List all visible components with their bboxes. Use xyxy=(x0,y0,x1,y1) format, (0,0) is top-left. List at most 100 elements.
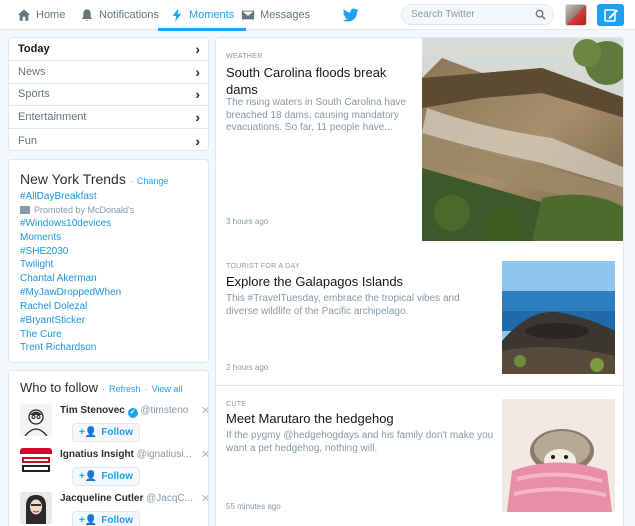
moment-category: CUTE xyxy=(226,401,247,408)
follow-label: Follow xyxy=(101,471,133,482)
moment-category: TOURIST FOR A DAY xyxy=(226,263,300,270)
follow-label: Follow xyxy=(101,515,133,526)
trend-item[interactable]: Chantal Akerman xyxy=(20,272,208,286)
view-all-link[interactable]: View all xyxy=(152,384,183,394)
nav-messages-label: Messages xyxy=(260,9,311,21)
close-icon[interactable]: ✕ xyxy=(201,448,208,461)
follow-button[interactable]: +👤 Follow xyxy=(72,511,140,526)
compose-tweet-button[interactable] xyxy=(597,4,624,26)
flood-dam-image[interactable] xyxy=(422,38,623,241)
user-name-text: Tim Stenovec xyxy=(60,405,125,416)
nav-notifications-label: Notifications xyxy=(99,9,159,21)
verified-icon: ✓ xyxy=(127,408,138,418)
category-label: News xyxy=(18,65,46,78)
follow-label: Follow xyxy=(101,427,133,438)
trend-item[interactable]: #SHE2030 xyxy=(20,245,208,259)
promoted-trend[interactable]: #AllDayBreakfast xyxy=(20,190,208,204)
nav-home[interactable]: Home xyxy=(17,0,65,30)
moments-feed: WEATHER South Carolina floods break dams… xyxy=(215,37,624,526)
search-box[interactable] xyxy=(401,4,554,25)
user-name-text: Jacqueline Cutler xyxy=(60,493,144,504)
moment-card[interactable]: WEATHER South Carolina floods break dams… xyxy=(216,38,623,241)
category-today[interactable]: Today › xyxy=(9,38,208,61)
user-name[interactable]: Ignatius Insight @ignatiusi... xyxy=(60,449,192,460)
separator-dot: · xyxy=(102,384,106,394)
moment-title[interactable]: Explore the Galapagos Islands xyxy=(226,273,496,290)
moment-card[interactable]: CUTE Meet Marutaro the hedgehog If the p… xyxy=(216,387,623,526)
trends-change-link[interactable]: Change xyxy=(137,176,169,186)
search-input[interactable] xyxy=(402,5,522,24)
chevron-right-icon: › xyxy=(195,40,200,57)
refresh-link[interactable]: Refresh xyxy=(109,384,141,394)
nav-messages[interactable]: Messages xyxy=(241,0,310,30)
moment-time: 2 hours ago xyxy=(226,363,269,372)
promoted-icon xyxy=(20,206,30,215)
avatar[interactable] xyxy=(20,404,52,436)
follow-button[interactable]: +👤 Follow xyxy=(72,423,140,442)
add-user-icon: +👤 xyxy=(79,515,98,526)
bird-icon[interactable] xyxy=(343,7,359,23)
moment-title[interactable]: Meet Marutaro the hedgehog xyxy=(226,410,496,427)
avatar[interactable] xyxy=(20,448,52,480)
add-user-icon: +👤 xyxy=(79,427,98,438)
trend-item[interactable]: #MyJawDroppedWhen xyxy=(20,286,208,300)
category-fun[interactable]: Fun › xyxy=(9,129,208,150)
user-name-text: Ignatius Insight xyxy=(60,449,134,460)
trend-item[interactable]: #BryantSticker xyxy=(20,314,208,328)
follow-button[interactable]: +👤 Follow xyxy=(72,467,140,486)
user-handle: @timsteno xyxy=(140,405,189,416)
suggested-user: Tim Stenovec ✓ @timsteno ✕ +👤Follow xyxy=(20,404,208,448)
moment-description: The rising waters in South Carolina have… xyxy=(226,97,407,133)
nav-home-label: Home xyxy=(36,9,66,21)
category-sports[interactable]: Sports › xyxy=(9,84,208,107)
moment-time: 55 minutes ago xyxy=(226,502,281,511)
top-navigation-bar: Home Notifications Moments Messages xyxy=(0,0,635,31)
category-label: Fun xyxy=(18,134,37,147)
separator-dot: · xyxy=(144,384,148,394)
chevron-right-icon: › xyxy=(195,132,200,149)
category-news[interactable]: News › xyxy=(9,61,208,84)
chevron-right-icon: › xyxy=(195,86,200,103)
chevron-right-icon: › xyxy=(195,63,200,80)
nav-notifications[interactable]: Notifications xyxy=(80,0,159,30)
separator-dot: · xyxy=(129,176,133,186)
trend-item[interactable]: Moments xyxy=(20,231,208,245)
user-handle: @ignatiusi... xyxy=(136,449,192,460)
category-label: Today xyxy=(18,42,50,55)
hedgehog-image[interactable] xyxy=(502,399,615,512)
moment-description: This #TravelTuesday, embrace the tropica… xyxy=(226,293,460,317)
suggested-user: Jacqueline Cutler @JacqC... ✕ +👤Follow xyxy=(20,492,208,526)
category-entertainment[interactable]: Entertainment › xyxy=(9,106,208,130)
trend-item[interactable]: Rachel Dolezal xyxy=(20,300,208,314)
profile-avatar[interactable] xyxy=(565,4,587,26)
close-icon[interactable]: ✕ xyxy=(201,492,208,505)
trend-item[interactable]: Twilight xyxy=(20,258,208,272)
who-to-follow-module: Who to follow · Refresh · View all Tim S… xyxy=(8,370,209,526)
search-icon[interactable] xyxy=(535,9,546,20)
user-name[interactable]: Jacqueline Cutler @JacqC... xyxy=(60,493,193,504)
trends-title: New York Trends xyxy=(20,171,126,187)
moment-title[interactable]: South Carolina floods break dams xyxy=(226,64,416,98)
envelope-icon xyxy=(241,10,255,20)
chevron-right-icon: › xyxy=(195,109,200,126)
promoted-by-label: Promoted by McDonald's xyxy=(34,204,135,215)
trends-module: New York Trends · Change #AllDayBreakfas… xyxy=(8,159,209,363)
bell-icon xyxy=(81,9,93,21)
galapagos-image[interactable] xyxy=(502,261,615,374)
trend-item[interactable]: Trent Richardson xyxy=(20,341,208,355)
moment-description: If the pygmy @hedgehogdays and his famil… xyxy=(226,430,494,454)
user-name[interactable]: Tim Stenovec ✓ @timsteno xyxy=(60,405,188,418)
add-user-icon: +👤 xyxy=(79,471,98,482)
compose-icon xyxy=(603,9,618,22)
avatar[interactable] xyxy=(20,492,52,524)
user-handle: @JacqC... xyxy=(146,493,193,504)
moment-card[interactable]: TOURIST FOR A DAY Explore the Galapagos … xyxy=(216,249,623,386)
suggested-user: Ignatius Insight @ignatiusi... ✕ +👤Follo… xyxy=(20,448,208,492)
trend-item[interactable]: #Windows10devices xyxy=(20,217,208,231)
moment-category: WEATHER xyxy=(226,53,263,60)
trend-item[interactable]: The Cure xyxy=(20,328,208,342)
category-label: Entertainment xyxy=(18,111,87,124)
who-to-follow-title: Who to follow xyxy=(20,380,99,395)
nav-moments[interactable]: Moments xyxy=(157,0,247,31)
close-icon[interactable]: ✕ xyxy=(201,404,208,417)
